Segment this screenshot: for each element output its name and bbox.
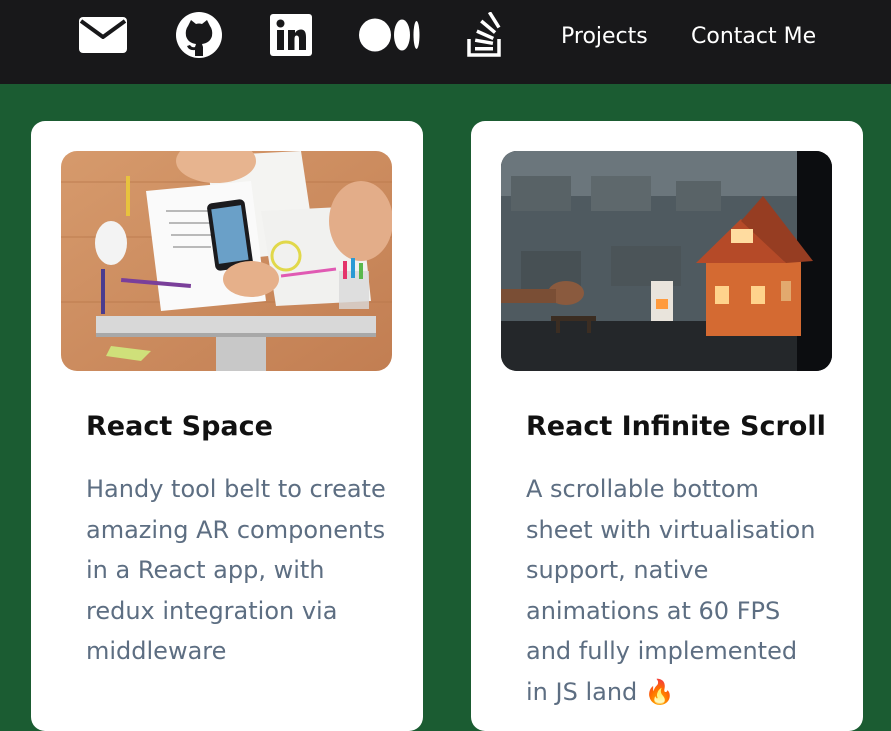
project-card-react-infinite-scroll[interactable]: React Infinite Scroll A scrollable botto… bbox=[471, 121, 863, 731]
mail-icon[interactable] bbox=[78, 16, 128, 54]
card-title: React Infinite Scroll bbox=[526, 411, 826, 442]
card-description: Handy tool belt to create amazing AR com… bbox=[86, 475, 386, 665]
nav-link-projects[interactable]: Projects bbox=[561, 23, 648, 51]
stackoverflow-icon[interactable] bbox=[466, 12, 506, 58]
card-description-text: A scrollable bottom sheet with virtualis… bbox=[526, 475, 816, 706]
project-card-react-space[interactable]: React Space Handy tool belt to create am… bbox=[31, 121, 423, 731]
project-image-workspace bbox=[61, 151, 392, 371]
linkedin-icon[interactable] bbox=[270, 14, 312, 56]
medium-icon[interactable] bbox=[359, 18, 421, 52]
card-description: A scrollable bottom sheet with virtualis… bbox=[526, 469, 826, 712]
github-icon[interactable] bbox=[175, 12, 223, 58]
card-title: React Space bbox=[86, 411, 273, 442]
nav-link-contact[interactable]: Contact Me bbox=[691, 23, 816, 51]
fire-emoji: 🔥 bbox=[644, 677, 675, 706]
top-nav: Projects Contact Me bbox=[0, 0, 891, 84]
project-image-toy-house bbox=[501, 151, 832, 371]
